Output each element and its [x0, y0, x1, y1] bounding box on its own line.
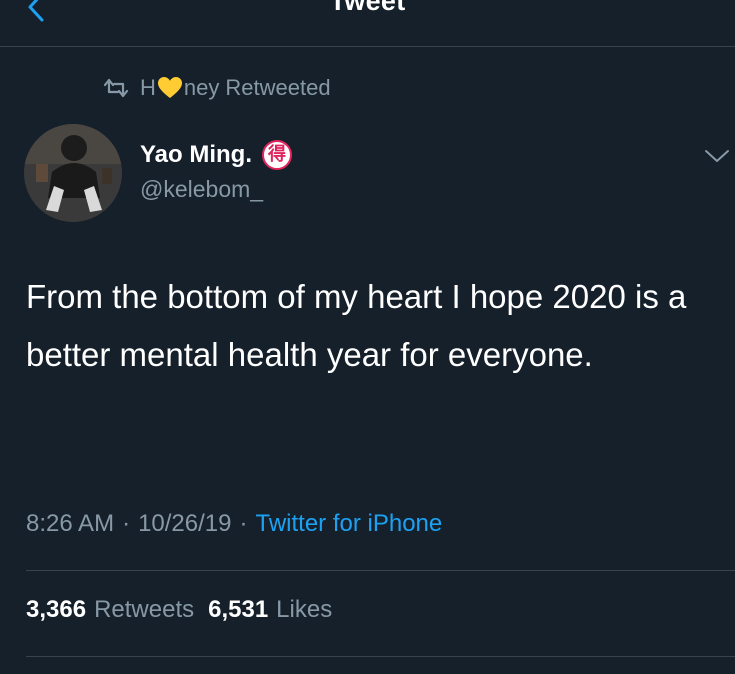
- retweet-context[interactable]: H ney Retweeted: [102, 74, 331, 102]
- more-options-button[interactable]: [703, 146, 731, 166]
- badge-char: 得: [268, 144, 287, 165]
- retweet-icon: [102, 77, 130, 99]
- retweeter-name-prefix: H: [140, 75, 156, 100]
- chevron-down-icon: [705, 150, 729, 162]
- retweets-label: Retweets: [94, 596, 195, 623]
- retweets-count: 3,366: [26, 596, 87, 623]
- likes-label: Likes: [276, 596, 333, 623]
- tweet-text: From the bottom of my heart I hope 2020 …: [26, 278, 687, 373]
- tweet-date: 10/26/19: [138, 510, 232, 537]
- retweeter-name: H ney: [140, 75, 219, 101]
- retweets-stat[interactable]: 3,366 Retweets: [26, 596, 194, 624]
- likes-stat[interactable]: 6,531 Likes: [208, 596, 332, 624]
- page-title: Tweet: [329, 0, 406, 16]
- meta-separator: ·: [239, 510, 248, 537]
- yellow-heart-icon: [157, 76, 183, 100]
- divider: [26, 656, 735, 657]
- divider: [26, 570, 735, 571]
- top-bar: Tweet: [0, 0, 735, 47]
- retweeted-label: Retweeted: [225, 75, 331, 100]
- author-handle[interactable]: @kelebom_: [140, 176, 263, 203]
- tweet-meta: 8:26 AM · 10/26/19 · Twitter for iPhone: [26, 510, 442, 538]
- tweet-source-link[interactable]: Twitter for iPhone: [255, 510, 442, 538]
- author-name[interactable]: Yao Ming. 得: [140, 140, 293, 170]
- avatar[interactable]: [24, 124, 122, 222]
- meta-separator: ·: [122, 510, 131, 537]
- author-name-text: Yao Ming.: [140, 141, 253, 168]
- tweet-stats: 3,366 Retweets 6,531 Likes: [26, 596, 346, 624]
- likes-count: 6,531: [208, 596, 269, 623]
- retweeter-name-suffix: ney: [183, 75, 220, 100]
- avatar-photo: [24, 124, 122, 222]
- tweet-time: 8:26 AM: [26, 510, 115, 537]
- badge-icon: 得: [262, 140, 293, 170]
